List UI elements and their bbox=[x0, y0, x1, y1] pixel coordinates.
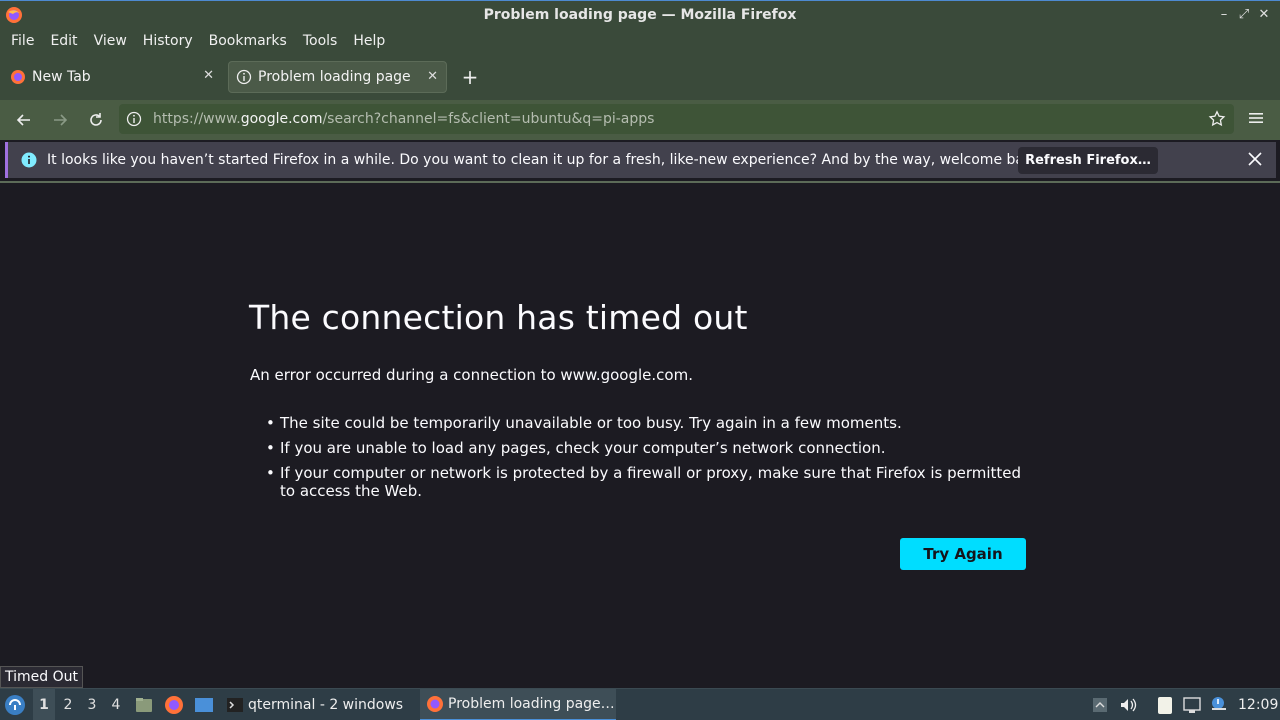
close-tab-icon[interactable]: ✕ bbox=[203, 68, 214, 83]
error-description: An error occurred during a connection to… bbox=[250, 366, 693, 384]
tab-label: Problem loading page bbox=[258, 69, 411, 85]
firefox-icon bbox=[11, 70, 25, 84]
menu-edit[interactable]: Edit bbox=[42, 28, 85, 54]
notification-icon[interactable] bbox=[1210, 695, 1228, 715]
reload-button[interactable] bbox=[84, 108, 108, 132]
try-again-button[interactable]: Try Again bbox=[900, 538, 1026, 570]
task-label: Problem loading page… bbox=[448, 696, 615, 712]
close-icon[interactable] bbox=[1246, 150, 1264, 168]
notification-bar: It looks like you haven’t started Firefo… bbox=[5, 142, 1276, 178]
window-titlebar: Problem loading page — Mozilla Firefox –… bbox=[0, 0, 1280, 28]
back-arrow-icon bbox=[16, 114, 30, 126]
error-title: The connection has timed out bbox=[249, 298, 748, 337]
tab-new-tab[interactable]: New Tab ✕ bbox=[0, 61, 222, 93]
file-manager-icon[interactable] bbox=[134, 695, 154, 715]
list-item: If you are unable to load any pages, che… bbox=[266, 439, 1040, 457]
workspace-3[interactable]: 3 bbox=[81, 689, 103, 720]
status-tooltip: Timed Out bbox=[0, 666, 83, 688]
tray-arrow-icon[interactable] bbox=[1091, 695, 1109, 715]
url-path: /search?channel=fs&client=ubuntu&q=pi-ap… bbox=[322, 111, 655, 127]
info-icon bbox=[236, 69, 252, 85]
back-button[interactable] bbox=[12, 108, 36, 132]
network-icon[interactable] bbox=[1183, 695, 1201, 715]
maximize-button[interactable]: ⤢ bbox=[1234, 6, 1254, 24]
task-label: qterminal - 2 windows bbox=[248, 697, 404, 713]
window-title: Problem loading page — Mozilla Firefox bbox=[483, 6, 797, 23]
menu-history[interactable]: History bbox=[135, 28, 201, 54]
workspace-1[interactable]: 1 bbox=[33, 689, 55, 720]
bookmark-star-icon[interactable] bbox=[1208, 110, 1226, 128]
info-icon bbox=[21, 152, 37, 168]
menu-file[interactable]: File bbox=[3, 28, 42, 54]
menu-help[interactable]: Help bbox=[345, 28, 393, 54]
menu-tools[interactable]: Tools bbox=[295, 28, 346, 54]
workspace-4[interactable]: 4 bbox=[105, 689, 127, 720]
terminal-icon bbox=[227, 698, 243, 712]
clock: 12:09 bbox=[1238, 697, 1279, 713]
show-desktop-icon[interactable] bbox=[194, 695, 214, 715]
volume-icon[interactable] bbox=[1119, 695, 1137, 715]
tab-label: New Tab bbox=[32, 69, 91, 85]
error-suggestions: The site could be temporarily unavailabl… bbox=[266, 414, 1040, 507]
firefox-icon bbox=[427, 696, 443, 712]
workspace-2[interactable]: 2 bbox=[57, 689, 79, 720]
close-window-button[interactable]: ✕ bbox=[1254, 6, 1274, 24]
tab-problem-loading-page[interactable]: Problem loading page ✕ bbox=[228, 61, 447, 93]
refresh-firefox-button[interactable]: Refresh Firefox… bbox=[1018, 147, 1158, 174]
list-item: If your computer or network is protected… bbox=[266, 464, 1040, 500]
close-tab-icon[interactable]: ✕ bbox=[427, 69, 438, 84]
task-qterminal[interactable]: qterminal - 2 windows bbox=[226, 689, 403, 720]
hamburger-menu-icon[interactable] bbox=[1246, 108, 1266, 128]
menu-bookmarks[interactable]: Bookmarks bbox=[201, 28, 295, 54]
firefox-icon[interactable] bbox=[164, 695, 184, 715]
menu-bar: File Edit View History Bookmarks Tools H… bbox=[0, 28, 1280, 54]
reload-icon bbox=[90, 113, 102, 126]
tab-bar: New Tab ✕ Problem loading page ✕ bbox=[0, 54, 1280, 100]
task-firefox[interactable]: Problem loading page… bbox=[420, 689, 616, 720]
clipboard-icon[interactable] bbox=[1156, 695, 1174, 715]
list-item: The site could be temporarily unavailabl… bbox=[266, 414, 1040, 432]
taskbar: 1 2 3 4 qterminal - 2 windows Problem lo… bbox=[0, 688, 1280, 720]
forward-arrow-icon bbox=[54, 114, 68, 126]
minimize-button[interactable]: – bbox=[1214, 6, 1234, 24]
menu-view[interactable]: View bbox=[86, 28, 135, 54]
firefox-icon bbox=[6, 7, 22, 23]
site-info-icon[interactable] bbox=[126, 111, 142, 127]
notification-message: It looks like you haven’t started Firefo… bbox=[47, 152, 1046, 168]
url-prefix: https://www. bbox=[153, 111, 241, 127]
url-text[interactable]: https://www.google.com/search?channel=fs… bbox=[153, 104, 654, 134]
url-host: google.com bbox=[240, 111, 323, 127]
start-menu-icon[interactable] bbox=[4, 694, 26, 716]
new-tab-button[interactable]: + bbox=[459, 62, 481, 92]
url-bar[interactable]: https://www.google.com/search?channel=fs… bbox=[119, 104, 1234, 134]
forward-button[interactable] bbox=[48, 108, 72, 132]
